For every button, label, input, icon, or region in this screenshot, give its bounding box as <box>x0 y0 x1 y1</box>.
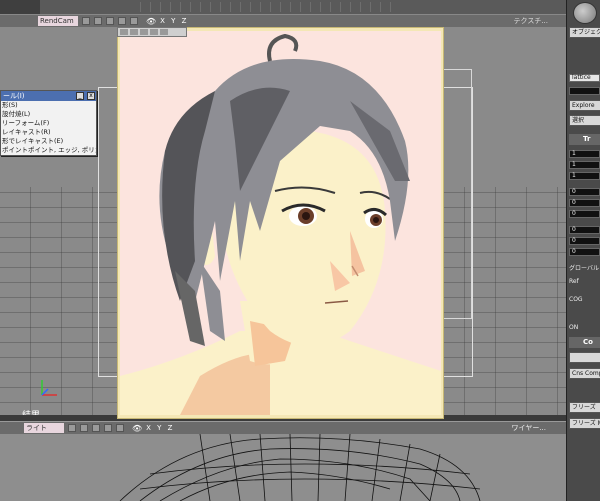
eye-icon[interactable]: 👁 <box>146 17 156 26</box>
translate-x-field[interactable]: 0 <box>569 226 600 234</box>
top-viewport-header: RendCam 👁 X Y Z テクスチ... <box>0 14 566 27</box>
camera-select[interactable]: RendCam <box>38 16 78 26</box>
freeze-button[interactable]: フリーズ <box>569 402 600 413</box>
eye-icon[interactable]: 👁 <box>132 424 142 433</box>
cns-comp-button[interactable]: Cns Comp <box>569 368 600 379</box>
viewport-menu-button-4[interactable] <box>104 424 112 432</box>
popup-title: ール(I) _ x <box>1 91 96 101</box>
viewport-menu-button-3[interactable] <box>92 424 100 432</box>
render-bar-button[interactable] <box>150 29 158 35</box>
menu-circle-icon[interactable] <box>573 2 597 24</box>
bottom-viewport[interactable] <box>0 434 566 501</box>
lattice-wireframe-side <box>440 69 472 319</box>
viewport-menu-button-1[interactable] <box>82 17 90 25</box>
render-bar-button[interactable] <box>130 29 138 35</box>
axis-toggle-label[interactable]: X Y Z <box>146 424 174 432</box>
viewport-menu-button-2[interactable] <box>80 424 88 432</box>
viewport-menu-button-2[interactable] <box>94 17 102 25</box>
select-button[interactable]: 選択 <box>569 115 600 126</box>
object-button[interactable]: オブジェクト <box>569 27 600 38</box>
global-label[interactable]: グローバル <box>569 263 599 272</box>
minimize-icon[interactable]: _ <box>76 92 84 100</box>
constraint-header: Co <box>569 337 600 348</box>
translate-y-field[interactable]: 0 <box>569 237 600 245</box>
popup-menu-item[interactable]: ポイントポイント, エッジ, ポリゴン(G) <box>1 146 96 155</box>
render-region-toolbar[interactable] <box>117 27 187 37</box>
object-name-field[interactable]: lattice <box>569 74 600 82</box>
translate-z-field[interactable]: 0 <box>569 248 600 256</box>
render-bar-button[interactable] <box>140 29 148 35</box>
rotate-y-field[interactable]: 0 <box>569 199 600 207</box>
bottom-viewport-header: ライト 👁 X Y Z ワイヤー... <box>0 421 566 434</box>
explore-button[interactable]: Explore <box>569 100 600 111</box>
scale-x-field[interactable]: 1 <box>569 150 600 158</box>
scale-z-field[interactable]: 1 <box>569 172 600 180</box>
viewport-menu-button-5[interactable] <box>116 424 124 432</box>
axis-gizmo-icon <box>41 380 57 396</box>
tools-popup-menu: ール(I) _ x 形(S) 設付焼(L) リーフォーム(F) レイキャスト(R… <box>0 90 97 156</box>
popup-menu-item[interactable]: レイキャスト(R) <box>1 128 96 137</box>
popup-menu-item[interactable]: 設付焼(L) <box>1 110 96 119</box>
object-field-2[interactable] <box>569 87 600 95</box>
viewport-status-text: 結果 <box>22 408 40 415</box>
rotate-x-field[interactable]: 0 <box>569 188 600 196</box>
viewport-menu-button-3[interactable] <box>106 17 114 25</box>
rendered-character-image <box>120 31 441 415</box>
character-illustration <box>120 33 441 415</box>
cog-label[interactable]: COG <box>569 296 583 303</box>
display-mode-label[interactable]: ワイヤー... <box>512 423 546 433</box>
popup-menu-item[interactable]: 形(S) <box>1 101 96 110</box>
render-bar-button[interactable] <box>160 29 168 35</box>
transform-header: Tr <box>569 134 600 145</box>
ref-label[interactable]: Ref <box>569 278 579 285</box>
display-mode-label[interactable]: テクスチ... <box>514 16 548 26</box>
timeline-ticks <box>140 2 400 12</box>
constraint-button[interactable] <box>569 352 600 363</box>
viewport-menu-button-4[interactable] <box>118 17 126 25</box>
freeze-m-button[interactable]: フリーズ M <box>569 418 600 429</box>
on-label[interactable]: ON <box>569 324 578 331</box>
close-icon[interactable]: x <box>87 92 95 100</box>
viewport-menu-button-5[interactable] <box>130 17 138 25</box>
scale-y-field[interactable]: 1 <box>569 161 600 169</box>
viewport-menu-button-1[interactable] <box>68 424 76 432</box>
popup-menu-item[interactable]: 形でレイキャスト(E) <box>1 137 96 146</box>
camera-select-bottom[interactable]: ライト <box>24 423 64 433</box>
wireframe-mesh <box>119 434 481 501</box>
rotate-z-field[interactable]: 0 <box>569 210 600 218</box>
axis-toggle-label[interactable]: X Y Z <box>160 17 188 25</box>
render-bar-button[interactable] <box>120 29 128 35</box>
popup-menu-item[interactable]: リーフォーム(F) <box>1 119 96 128</box>
popup-title-text: ール(I) <box>3 92 25 100</box>
